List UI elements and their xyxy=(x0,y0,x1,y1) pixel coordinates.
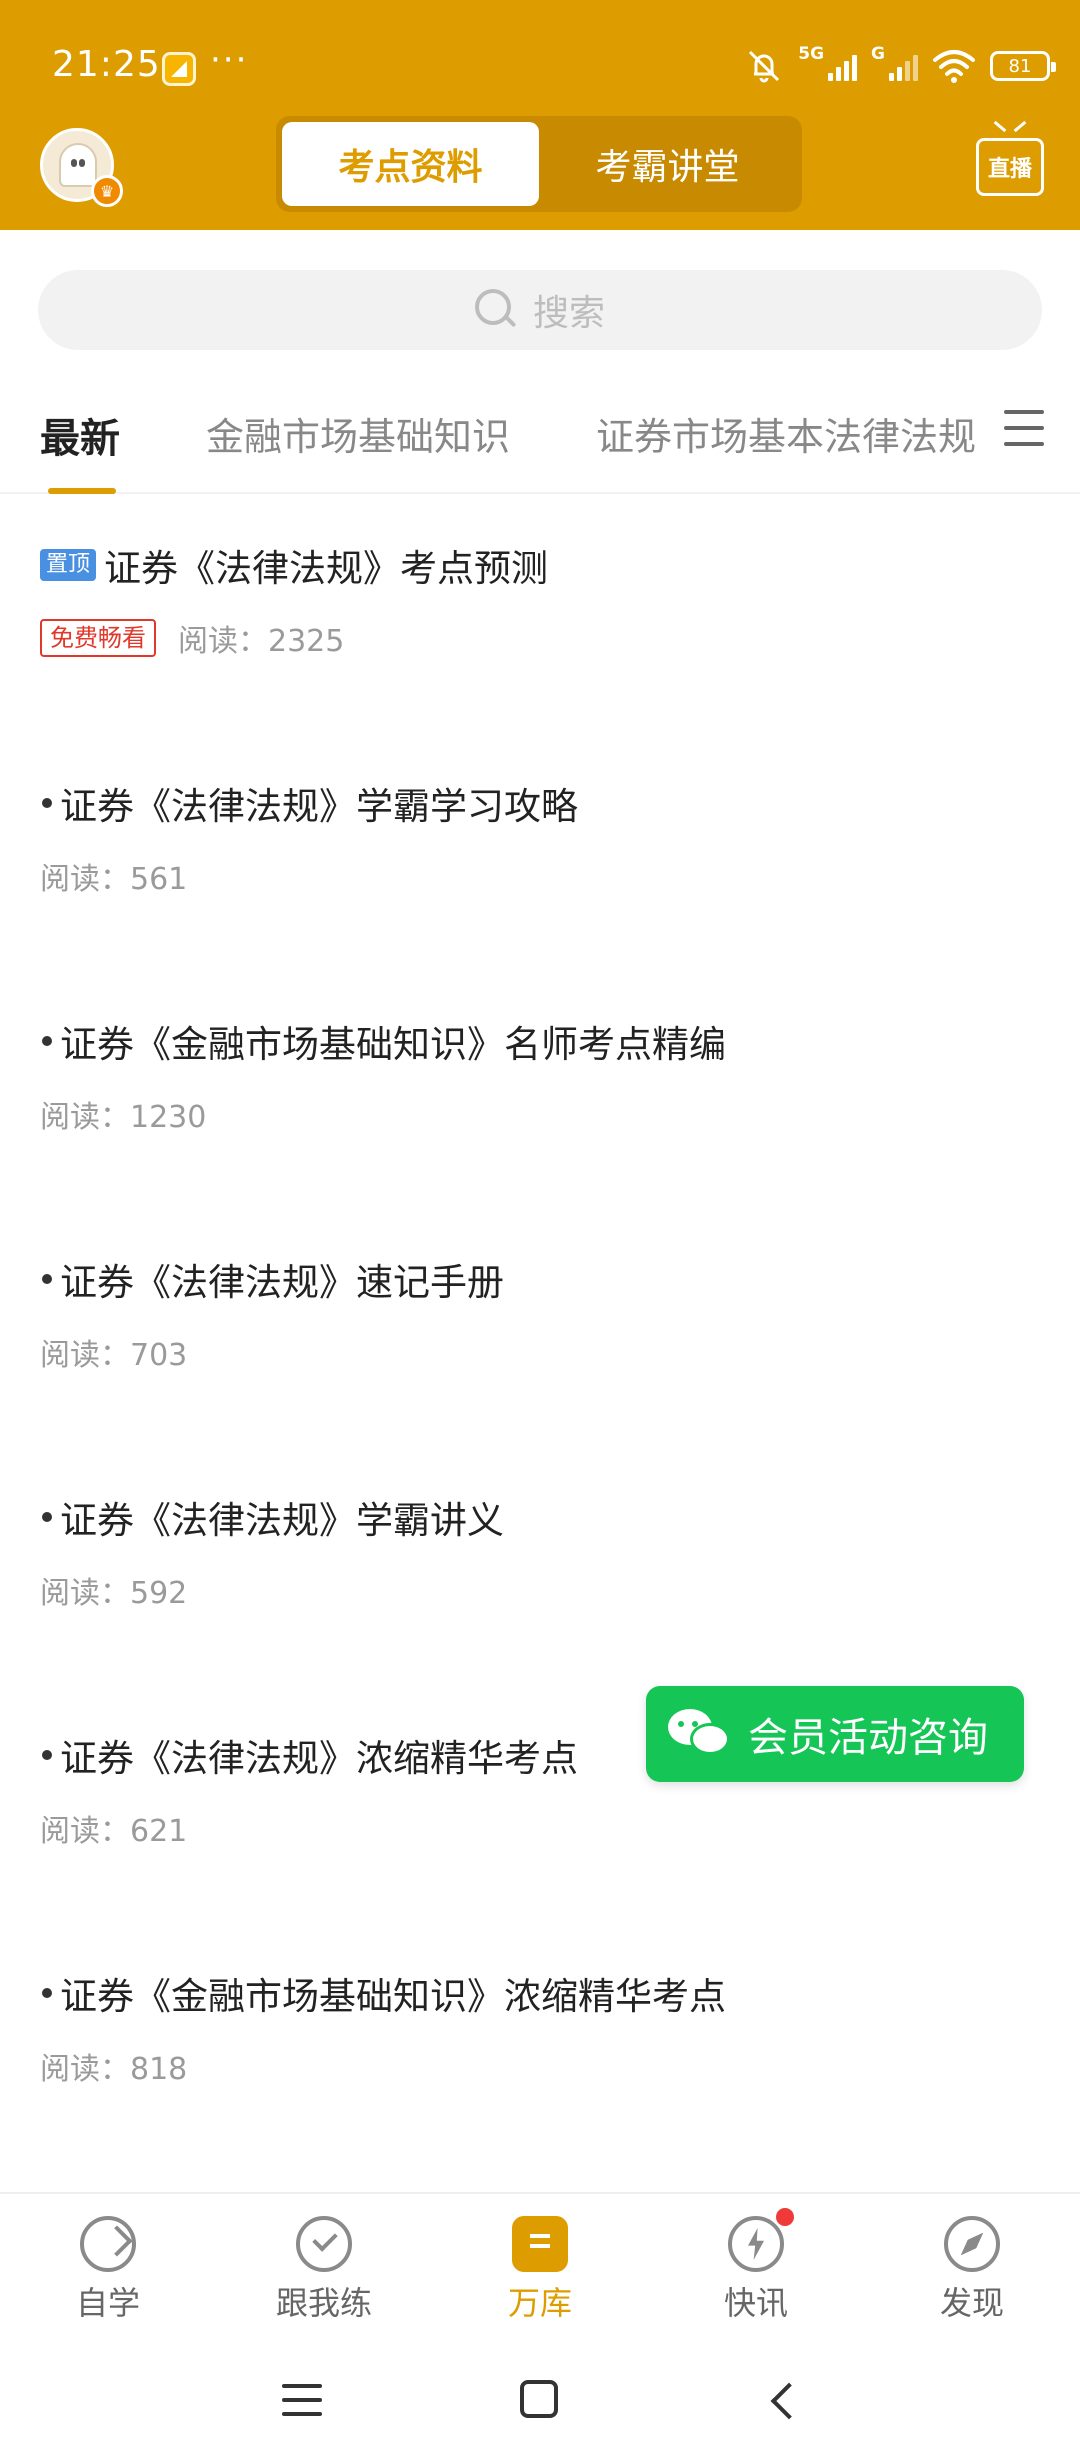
member-consult-label: 会员活动咨询 xyxy=(748,1715,988,1761)
wechat-icon xyxy=(668,1707,730,1761)
mute-bell-icon xyxy=(749,50,780,83)
read-count: 阅读：703 xyxy=(40,1338,188,1373)
live-label: 直播 xyxy=(987,157,1032,182)
wifi-icon xyxy=(933,50,975,83)
app-header: 21:25 ··· 5G G 81 ♛ 考点资料 考霸讲堂 直播 xyxy=(0,0,1080,230)
bottom-nav: 自学 跟我练 万库 快讯 发现 xyxy=(0,2192,1080,2340)
read-count: 阅读：561 xyxy=(40,862,188,897)
read-count: 阅读：2325 xyxy=(178,624,345,659)
cell-signal-icon xyxy=(828,51,858,81)
bullet-icon xyxy=(42,798,52,808)
list-item[interactable]: 证券《法律法规》速记手册 阅读：703 xyxy=(40,1252,1040,1374)
home-icon[interactable] xyxy=(520,2380,558,2418)
gallery-notification-icon xyxy=(162,52,196,86)
more-notifications-icon: ··· xyxy=(210,40,249,80)
article-title: 证券《法律法规》考点预测 xyxy=(104,547,549,590)
notification-dot xyxy=(774,2206,796,2228)
study-icon xyxy=(80,2216,136,2272)
article-meta: 阅读：621 xyxy=(40,1806,1040,1850)
article-meta: 阅读：703 xyxy=(40,1330,1040,1374)
tab-exam-materials[interactable]: 考点资料 xyxy=(282,122,539,206)
bullet-icon xyxy=(42,1036,52,1046)
article-meta: 阅读：561 xyxy=(40,854,1040,898)
status-icons: 5G G 81 xyxy=(744,44,1056,88)
article-meta: 阅读：592 xyxy=(40,1568,1040,1612)
article-title-row: 证券《金融市场基础知识》名师考点精编 xyxy=(40,1014,1040,1068)
article-title-row: 证券《法律法规》学霸学习攻略 xyxy=(40,776,1040,830)
network-type-label: 5G xyxy=(798,44,825,64)
article-meta: 阅读：818 xyxy=(40,2044,1040,2088)
article-title: 证券《金融市场基础知识》名师考点精编 xyxy=(60,1023,726,1066)
recent-apps-icon[interactable] xyxy=(282,2384,322,2416)
read-count: 阅读：818 xyxy=(40,2052,188,2087)
battery-level: 81 xyxy=(1008,55,1032,77)
article-title: 证券《法律法规》学霸讲义 xyxy=(60,1499,504,1542)
list-item[interactable]: 证券《金融市场基础知识》名师考点精编 阅读：1230 xyxy=(40,1014,1040,1136)
tab-financial-market-basics[interactable]: 金融市场基础知识 xyxy=(206,406,510,461)
category-tabs: 最新 金融市场基础知识 证券市场基本法律法规 xyxy=(0,380,1080,494)
article-title: 证券《金融市场基础知识》浓缩精华考点 xyxy=(60,1975,726,2018)
list-item[interactable]: 证券《金融市场基础知识》浓缩精华考点 阅读：818 xyxy=(40,1966,1040,2088)
read-count: 阅读：1230 xyxy=(40,1100,207,1135)
list-item[interactable]: 置顶 证券《法律法规》考点预测 免费畅看 阅读：2325 xyxy=(40,538,1040,660)
nav-label: 自学 xyxy=(75,2284,140,2322)
network-type-label-2: G xyxy=(871,44,885,64)
nav-label: 快讯 xyxy=(723,2284,788,2322)
article-title: 证券《法律法规》浓缩精华考点 xyxy=(60,1737,578,1780)
nav-self-study[interactable]: 自学 xyxy=(0,2194,216,2340)
nav-library[interactable]: 万库 xyxy=(432,2194,648,2340)
bullet-icon xyxy=(42,1274,52,1284)
status-time: 21:25 xyxy=(52,44,161,85)
header-segmented-tabs: 考点资料 考霸讲堂 xyxy=(276,116,802,212)
article-title: 证券《法律法规》速记手册 xyxy=(60,1261,504,1304)
avatar[interactable]: ♛ xyxy=(40,128,123,207)
tab-latest[interactable]: 最新 xyxy=(40,406,120,464)
tab-securities-law[interactable]: 证券市场基本法律法规 xyxy=(596,406,976,461)
list-item[interactable]: 证券《法律法规》学霸讲义 阅读：592 xyxy=(40,1490,1040,1612)
member-consult-button[interactable]: 会员活动咨询 xyxy=(646,1686,1024,1782)
nav-news[interactable]: 快讯 xyxy=(648,2194,864,2340)
list-item[interactable]: 证券《法律法规》学霸学习攻略 阅读：561 xyxy=(40,776,1040,898)
nav-discover[interactable]: 发现 xyxy=(864,2194,1080,2340)
flash-icon xyxy=(728,2216,784,2272)
library-icon xyxy=(512,2216,568,2272)
nav-label: 万库 xyxy=(507,2284,572,2322)
article-meta: 免费畅看 阅读：2325 xyxy=(40,616,1040,660)
menu-icon[interactable] xyxy=(1004,410,1044,446)
status-bar: 21:25 ··· 5G G 81 xyxy=(0,0,1080,110)
article-title-row: 证券《金融市场基础知识》浓缩精华考点 xyxy=(40,1966,1040,2020)
bullet-icon xyxy=(42,1988,52,1998)
active-tab-indicator xyxy=(48,488,116,494)
article-title: 证券《法律法规》学霸学习攻略 xyxy=(60,785,578,828)
free-badge: 免费畅看 xyxy=(40,619,156,657)
nav-practice[interactable]: 跟我练 xyxy=(216,2194,432,2340)
bullet-icon xyxy=(42,1512,52,1522)
article-meta: 阅读：1230 xyxy=(40,1092,1040,1136)
article-title-row: 证券《法律法规》速记手册 xyxy=(40,1252,1040,1306)
nav-label: 发现 xyxy=(939,2284,1004,2322)
system-nav-bar xyxy=(0,2340,1080,2460)
live-tv-icon[interactable]: 直播 xyxy=(976,138,1044,196)
tab-overflow-clip: 证券市场基本法律法规 xyxy=(596,380,986,490)
nav-label: 跟我练 xyxy=(275,2284,372,2322)
back-icon[interactable] xyxy=(770,2382,808,2420)
battery-icon: 81 xyxy=(990,51,1056,81)
practice-icon xyxy=(296,2216,352,2272)
ghost-avatar-icon xyxy=(59,143,97,187)
bullet-icon xyxy=(42,1750,52,1760)
search-icon xyxy=(474,289,517,331)
compass-icon xyxy=(944,2216,1000,2272)
pinned-badge: 置顶 xyxy=(40,549,97,581)
cell-signal-icon-2 xyxy=(889,51,918,81)
read-count: 阅读：621 xyxy=(40,1814,188,1849)
read-count: 阅读：592 xyxy=(40,1576,188,1611)
search-input[interactable]: 搜索 xyxy=(38,270,1042,350)
search-placeholder: 搜索 xyxy=(532,293,605,334)
crown-badge-icon: ♛ xyxy=(91,175,123,207)
tab-lecture-hall[interactable]: 考霸讲堂 xyxy=(539,122,796,206)
article-title-row: 置顶 证券《法律法规》考点预测 xyxy=(40,538,1040,592)
article-title-row: 证券《法律法规》学霸讲义 xyxy=(40,1490,1040,1544)
